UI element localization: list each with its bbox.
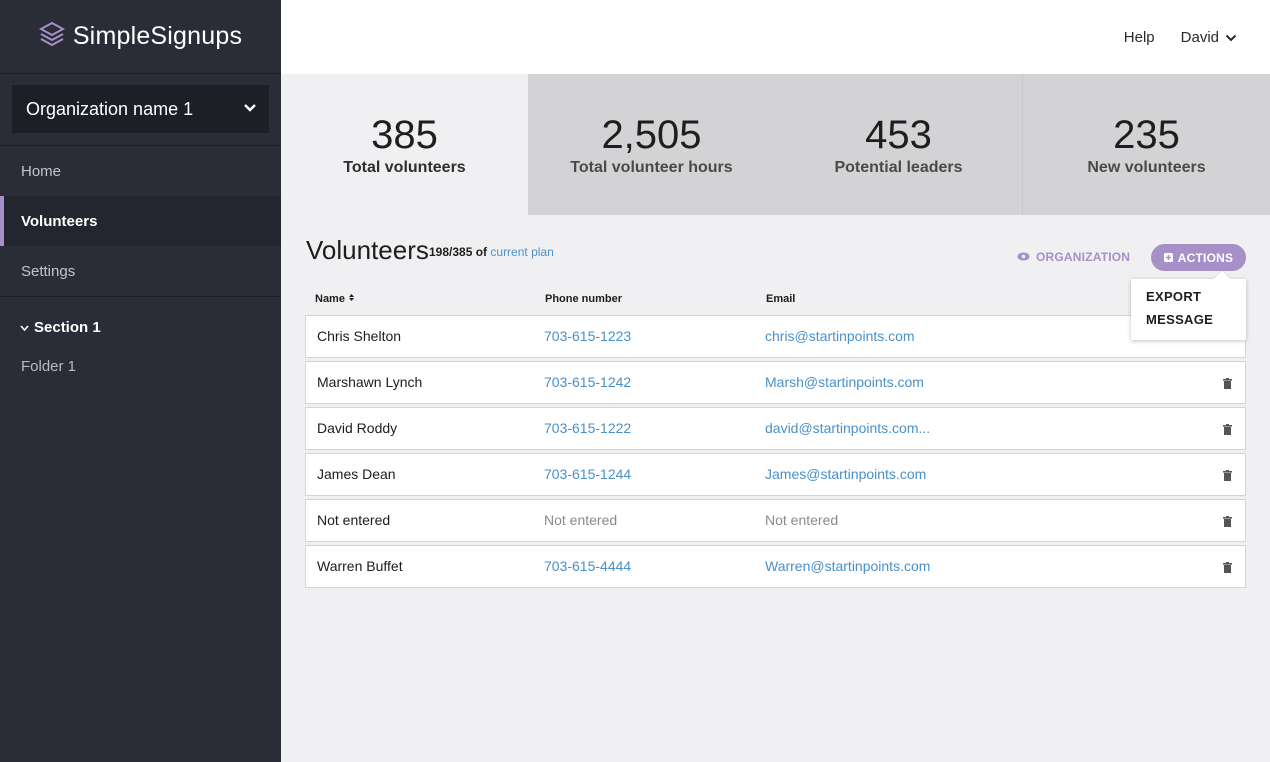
quota-count: 198/385 of xyxy=(429,245,488,259)
volunteer-email[interactable]: Marsh@startinpoints.com xyxy=(765,374,924,390)
trash-icon[interactable] xyxy=(1223,422,1232,438)
folder-item[interactable]: Folder 1 xyxy=(0,355,281,377)
trash-icon[interactable] xyxy=(1223,468,1232,484)
volunteer-phone[interactable]: 703-615-1222 xyxy=(544,420,631,436)
table-row[interactable]: Marshawn Lynch 703-615-1242 Marsh@starti… xyxy=(305,361,1246,404)
volunteer-phone[interactable]: 703-615-1223 xyxy=(544,328,631,344)
table-header: Name Phone number Email xyxy=(315,293,1245,307)
main-content: Volunteers 198/385 of current plan ORGAN… xyxy=(281,215,1270,762)
plus-square-icon xyxy=(1163,251,1173,265)
chevron-down-icon xyxy=(1225,29,1237,46)
help-link[interactable]: Help xyxy=(1124,29,1155,46)
actions-dropdown: EXPORT MESSAGE xyxy=(1131,279,1246,340)
chevron-down-icon xyxy=(20,319,29,336)
table-row[interactable]: Not entered Not entered Not entered xyxy=(305,499,1246,542)
column-header-name[interactable]: Name xyxy=(315,293,355,305)
volunteer-email[interactable]: chris@startinpoints.com xyxy=(765,328,915,344)
current-plan-link[interactable]: current plan xyxy=(490,245,553,259)
organization-label: ORGANIZATION xyxy=(1036,250,1131,264)
stat-label: Potential leaders xyxy=(834,158,963,176)
sort-icon xyxy=(348,293,355,305)
logo-icon xyxy=(38,21,65,52)
page-title: Volunteers xyxy=(306,235,429,265)
stat-label: Total volunteer hours xyxy=(570,158,733,176)
stat-value: 235 xyxy=(1113,112,1180,157)
eye-icon xyxy=(1017,250,1030,264)
logo-text: SimpleSignups xyxy=(72,22,243,50)
table-row[interactable]: James Dean 703-615-1244 James@startinpoi… xyxy=(305,453,1246,496)
sidebar: SimpleSignups Organization name 1 Home V… xyxy=(0,0,281,762)
chevron-down-icon xyxy=(243,100,257,118)
user-menu[interactable]: David xyxy=(1181,29,1237,46)
message-menu-item[interactable]: MESSAGE xyxy=(1146,312,1246,335)
nav-item-settings[interactable]: Settings xyxy=(0,246,281,296)
column-header-phone[interactable]: Phone number xyxy=(545,293,622,305)
user-name: David xyxy=(1180,28,1219,46)
nav-item-home[interactable]: Home xyxy=(0,146,281,196)
stat-value: 2,505 xyxy=(601,112,702,157)
volunteer-name: Warren Buffet xyxy=(317,558,403,574)
stat-label: New volunteers xyxy=(1087,158,1206,176)
volunteer-name: Not entered xyxy=(317,512,391,528)
trash-icon[interactable] xyxy=(1223,376,1232,392)
stat-total-hours[interactable]: 2,505 Total volunteer hours xyxy=(528,74,775,215)
organization-view-toggle[interactable]: ORGANIZATION xyxy=(1017,250,1130,264)
actions-button[interactable]: ACTIONS xyxy=(1151,244,1246,271)
plan-quota: 198/385 of current plan xyxy=(429,245,554,259)
section-toggle[interactable]: Section 1 xyxy=(0,297,281,355)
organization-name: Organization name 1 xyxy=(26,98,194,119)
top-bar: Help David xyxy=(281,0,1270,74)
column-header-email[interactable]: Email xyxy=(766,293,795,305)
volunteer-email: Not entered xyxy=(765,512,839,528)
logo[interactable]: SimpleSignups xyxy=(0,0,281,74)
volunteer-name: James Dean xyxy=(317,466,396,482)
volunteer-phone[interactable]: 703-615-1244 xyxy=(544,466,631,482)
stats-bar: 385 Total volunteers 2,505 Total volunte… xyxy=(281,74,1270,215)
table-row[interactable]: Chris Shelton 703-615-1223 chris@startin… xyxy=(305,315,1246,358)
volunteer-email[interactable]: Warren@startinpoints.com xyxy=(765,558,930,574)
stat-value: 385 xyxy=(371,112,438,157)
volunteer-phone[interactable]: 703-615-4444 xyxy=(544,558,631,574)
volunteer-phone[interactable]: 703-615-1242 xyxy=(544,374,631,390)
stat-potential-leaders[interactable]: 453 Potential leaders xyxy=(775,74,1022,215)
section-label: Section 1 xyxy=(34,318,101,336)
table-row[interactable]: Warren Buffet 703-615-4444 Warren@starti… xyxy=(305,545,1246,588)
actions-label: ACTIONS xyxy=(1177,250,1234,265)
export-menu-item[interactable]: EXPORT xyxy=(1146,289,1246,312)
volunteer-table: Chris Shelton 703-615-1223 chris@startin… xyxy=(305,315,1246,591)
volunteer-phone: Not entered xyxy=(544,512,618,528)
volunteer-name: Chris Shelton xyxy=(317,328,402,344)
stat-new-volunteers[interactable]: 235 New volunteers xyxy=(1022,74,1270,215)
stat-value: 453 xyxy=(865,112,932,157)
volunteer-name: Marshawn Lynch xyxy=(317,374,423,390)
trash-icon[interactable] xyxy=(1223,514,1232,530)
organization-select[interactable]: Organization name 1 xyxy=(12,85,269,133)
nav-item-volunteers[interactable]: Volunteers xyxy=(0,196,281,246)
table-row[interactable]: David Roddy 703-615-1222 david@startinpo… xyxy=(305,407,1246,450)
trash-icon[interactable] xyxy=(1223,560,1232,576)
volunteer-email[interactable]: James@startinpoints.com xyxy=(765,466,926,482)
volunteer-name: David Roddy xyxy=(317,420,398,436)
stat-label: Total volunteers xyxy=(343,158,466,176)
column-header-label: Name xyxy=(315,293,345,305)
volunteer-email[interactable]: david@startinpoints.com... xyxy=(765,420,930,436)
stat-total-volunteers[interactable]: 385 Total volunteers xyxy=(281,74,528,215)
